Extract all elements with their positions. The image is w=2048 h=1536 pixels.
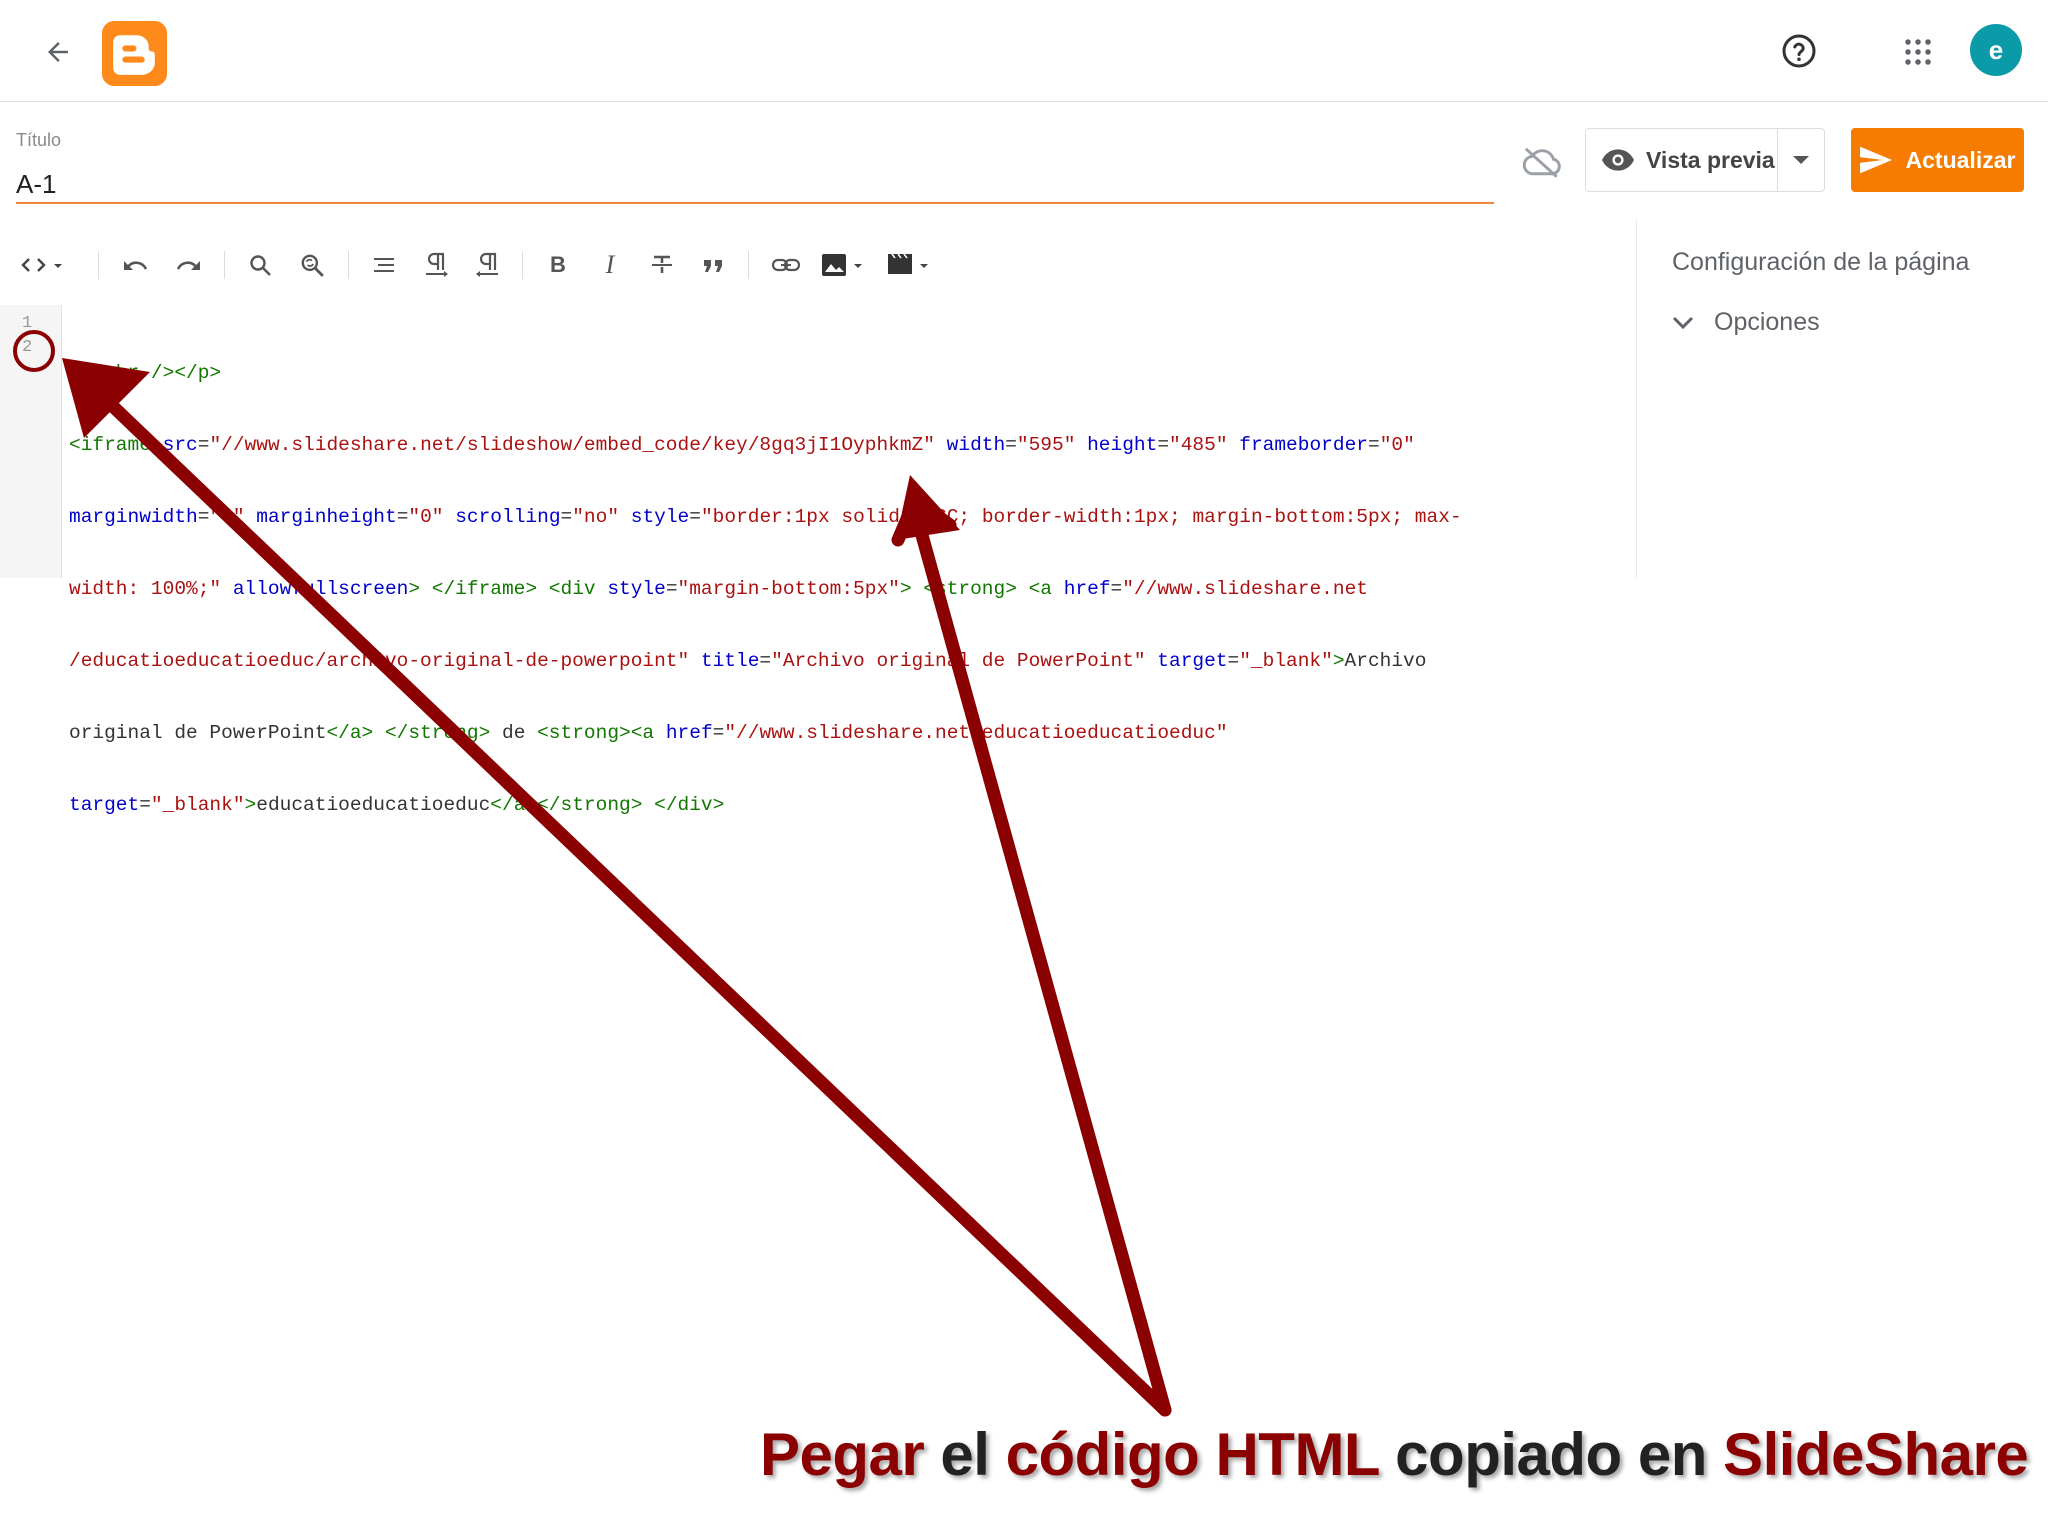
toolbar-separator <box>98 251 99 279</box>
top-bar: e <box>0 0 2048 102</box>
caption-part: copiado en <box>1379 1421 1724 1488</box>
search-icon[interactable] <box>242 245 278 285</box>
code-line: /educatioeducatioeduc/archivo-original-d… <box>69 650 1427 672</box>
code-line: original de PowerPoint</a> </strong> de … <box>69 722 1228 744</box>
caption-part: SlideShare <box>1723 1421 2029 1488</box>
line-number: 1 <box>22 314 33 333</box>
code-line: <p><br /></p> <box>69 362 222 384</box>
undo-icon[interactable] <box>118 245 154 285</box>
toolbar-separator <box>748 251 749 279</box>
apps-grid-icon[interactable] <box>1896 30 1940 74</box>
chevron-down-icon <box>1672 316 1694 329</box>
update-button[interactable]: Actualizar <box>1851 128 2024 192</box>
send-icon <box>1859 146 1892 174</box>
line-gutter: 1 2 <box>0 305 62 578</box>
code-content[interactable]: <p><br /></p> <iframe src="//www.slidesh… <box>69 313 1629 865</box>
find-replace-icon[interactable] <box>294 245 330 285</box>
caption-part: el <box>924 1421 1006 1488</box>
paragraph-ltr-icon[interactable] <box>418 245 454 285</box>
insert-video-icon[interactable] <box>884 245 938 285</box>
back-arrow-icon[interactable] <box>36 30 80 74</box>
help-icon[interactable] <box>1776 28 1822 74</box>
caption-part: código HTML <box>1005 1421 1380 1488</box>
page-settings-title: Configuración de la página <box>1672 248 1970 276</box>
options-section-toggle[interactable]: Opciones <box>1672 308 1820 337</box>
annotation-caption: Pegar el código HTML copiado en SlideSha… <box>760 1420 2029 1489</box>
toolbar-separator <box>522 251 523 279</box>
avatar[interactable]: e <box>1970 24 2022 76</box>
eye-icon <box>1602 149 1634 171</box>
panel-divider <box>1636 220 1637 578</box>
html-view-toggle-icon[interactable] <box>18 245 70 285</box>
caption-part: Pegar <box>760 1421 925 1488</box>
editor-toolbar: B I <box>14 245 1634 285</box>
code-line: width: 100%;" allowfullscreen> </iframe>… <box>69 578 1368 600</box>
options-label: Opciones <box>1714 308 1820 336</box>
html-code-editor[interactable]: 1 2 <p><br /></p> <iframe src="//www.sli… <box>0 305 1636 816</box>
redo-icon[interactable] <box>170 245 206 285</box>
code-line: marginwidth="0" marginheight="0" scrolli… <box>69 506 1462 528</box>
update-label: Actualizar <box>1905 146 2016 173</box>
align-icon[interactable] <box>366 245 402 285</box>
link-icon[interactable] <box>766 245 806 285</box>
quote-icon[interactable] <box>696 245 732 285</box>
insert-image-icon[interactable] <box>818 245 872 285</box>
caret-down-icon <box>1793 156 1809 164</box>
cloud-off-icon <box>1516 140 1568 184</box>
title-input[interactable] <box>16 166 1494 204</box>
title-label: Título <box>16 130 62 150</box>
toolbar-separator <box>224 251 225 279</box>
blogger-logo-icon[interactable] <box>102 21 167 86</box>
preview-main-button[interactable]: Vista previa <box>1586 129 1778 191</box>
line-number: 2 <box>22 338 33 357</box>
preview-label: Vista previa <box>1646 146 1775 173</box>
preview-dropdown-button[interactable] <box>1778 129 1824 191</box>
bold-icon[interactable]: B <box>540 245 576 285</box>
code-line: <iframe src="//www.slideshare.net/slides… <box>69 434 1415 456</box>
toolbar-separator <box>348 251 349 279</box>
italic-icon[interactable]: I <box>592 245 628 285</box>
code-line: target="_blank">educatioeducatioeduc</a>… <box>69 794 725 816</box>
preview-button[interactable]: Vista previa <box>1585 128 1825 192</box>
strikethrough-icon[interactable] <box>644 245 680 285</box>
paragraph-rtl-icon[interactable] <box>470 245 506 285</box>
